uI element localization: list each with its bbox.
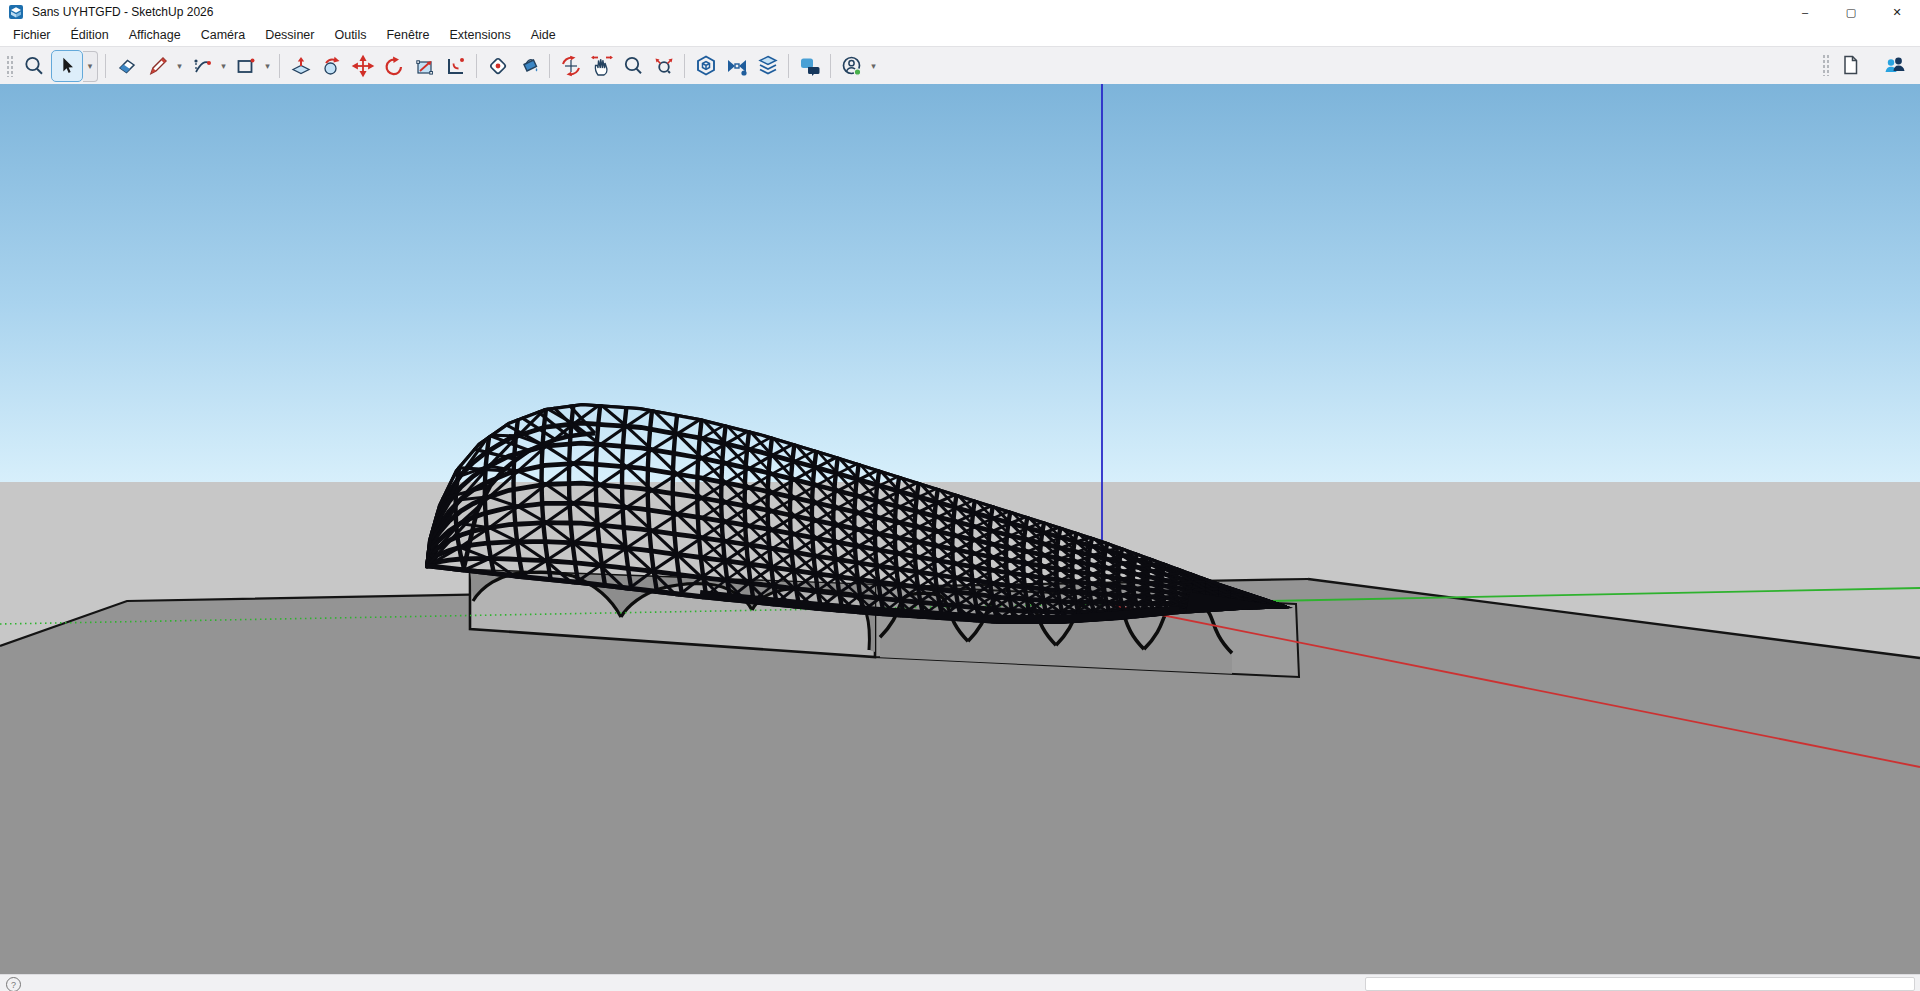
paint-bucket-tool-icon[interactable] [513,51,544,81]
select-tool-group: ▾ [51,50,98,82]
account-dropdown-icon[interactable]: ▾ [867,51,880,81]
menu-item-fenetre[interactable]: Fenêtre [376,28,439,42]
arc-dropdown-icon[interactable]: ▾ [217,51,230,81]
toolbar: ▾ ▾ ▾ ▾ [0,46,1920,86]
status-bar: ? [0,974,1920,991]
offset-tool-icon[interactable] [440,51,471,81]
eraser-tool-icon[interactable] [111,51,142,81]
minimize-button[interactable]: – [1782,0,1828,24]
account-avatar-icon[interactable] [836,51,867,81]
select-tool-icon[interactable] [51,50,83,82]
arc-tool-icon[interactable] [186,51,217,81]
help-icon[interactable]: ? [6,977,21,991]
scale-tool-icon[interactable] [409,51,440,81]
sky [0,84,1920,482]
toolbar-drag-handle-right[interactable] [1822,54,1830,76]
move-tool-icon[interactable] [347,51,378,81]
title-bar: Sans UYHTGFD - SketchUp 2026 – ▢ ✕ [0,0,1920,24]
menu-item-fichier[interactable]: Fichier [0,28,61,42]
model-scene [0,84,1920,974]
line-dropdown-icon[interactable]: ▾ [173,51,186,81]
3d-viewport[interactable] [0,84,1920,974]
window-title: Sans UYHTGFD - SketchUp 2026 [32,5,213,19]
tape-measure-tool-icon[interactable] [482,51,513,81]
pan-tool-icon[interactable] [586,51,617,81]
new-document-icon[interactable] [1834,50,1865,80]
menu-item-outils[interactable]: Outils [324,28,376,42]
people-icon[interactable] [1879,50,1910,80]
maximize-button[interactable]: ▢ [1828,0,1874,24]
toolbar-right [1816,46,1910,84]
rectangle-tool-icon[interactable] [230,51,261,81]
menu-item-aide[interactable]: Aide [521,28,566,42]
menu-item-affichage[interactable]: Affichage [119,28,191,42]
3d-warehouse-icon[interactable] [690,51,721,81]
zoom-tool-icon[interactable] [617,51,648,81]
toolbar-drag-handle[interactable] [6,55,14,77]
menu-item-edition[interactable]: Édition [61,28,119,42]
close-button[interactable]: ✕ [1874,0,1920,24]
feedback-icon[interactable] [794,51,825,81]
zoom-extents-tool-icon[interactable] [648,51,679,81]
menu-item-extensions[interactable]: Extensions [440,28,521,42]
line-tool-icon[interactable] [142,51,173,81]
rotate-tool-icon[interactable] [378,51,409,81]
send-to-layout-icon[interactable] [752,51,783,81]
rectangle-dropdown-icon[interactable]: ▾ [261,51,274,81]
orbit-tool-icon[interactable] [555,51,586,81]
extension-warehouse-icon[interactable] [721,51,752,81]
search-tool-icon[interactable] [18,51,49,81]
menu-item-camera[interactable]: Caméra [191,28,255,42]
follow-me-tool-icon[interactable] [316,51,347,81]
push-pull-tool-icon[interactable] [285,51,316,81]
menu-bar: FichierÉditionAffichageCaméraDessinerOut… [0,24,1920,46]
measurements-input[interactable] [1365,977,1915,991]
menu-item-dessiner[interactable]: Dessiner [255,28,324,42]
sketchup-logo-icon [8,4,24,20]
select-dropdown-icon[interactable]: ▾ [83,51,98,82]
